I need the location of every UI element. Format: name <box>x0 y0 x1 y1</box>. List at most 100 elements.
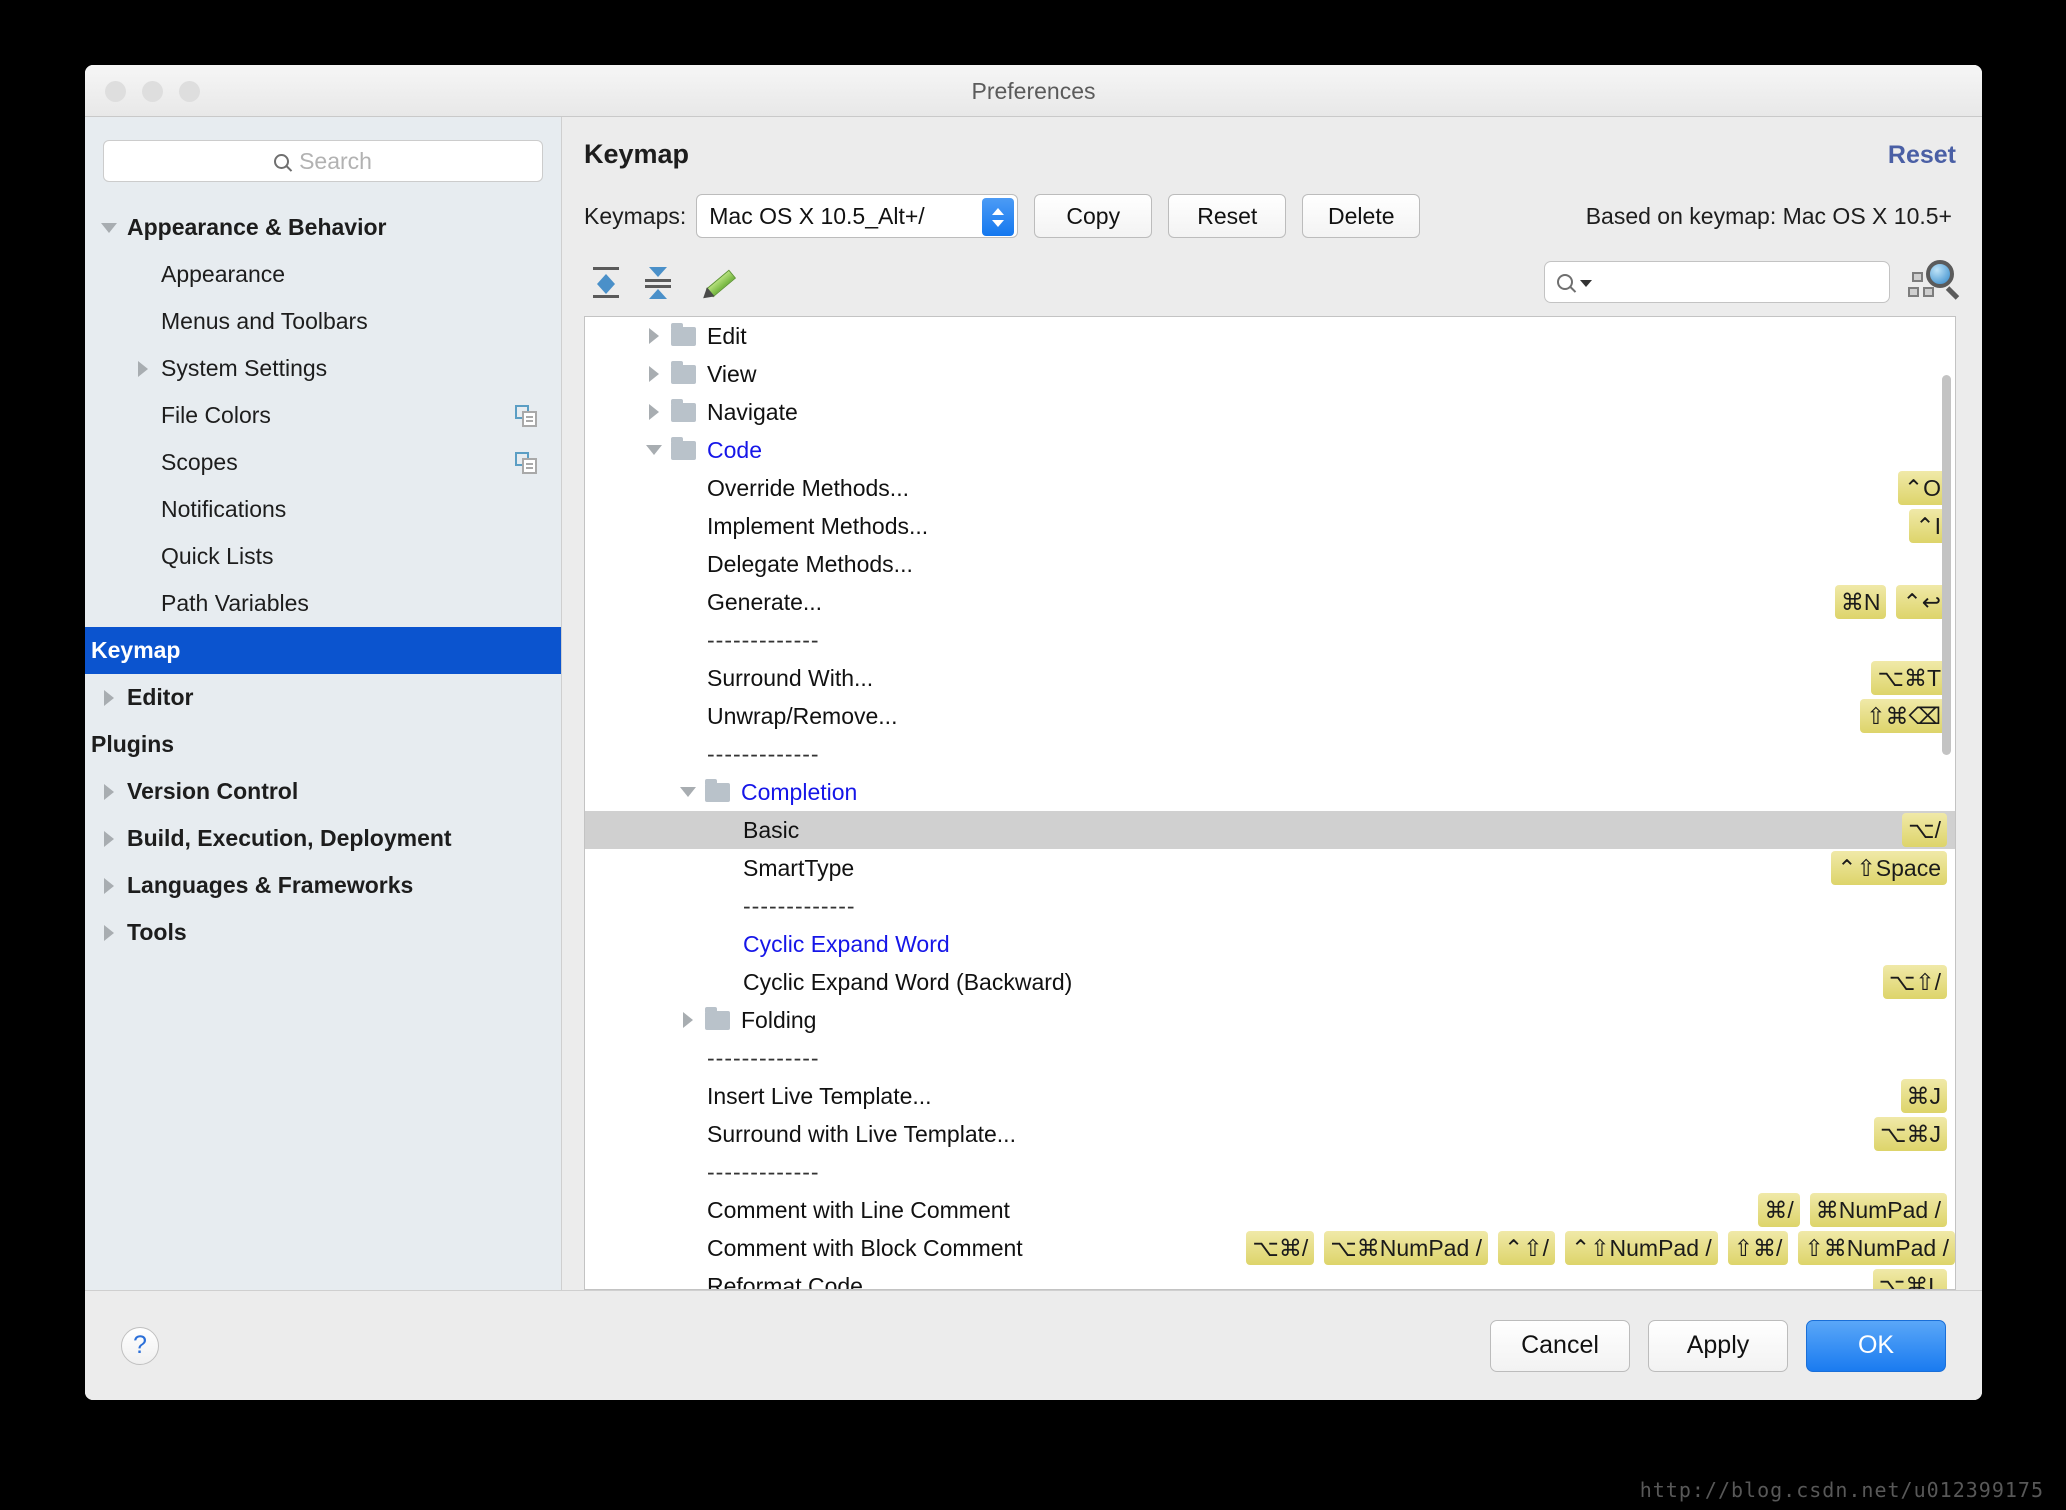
tree-action-row[interactable]: Override Methods... ⌃O <box>585 469 1955 507</box>
sidebar-item-editor[interactable]: Editor <box>85 674 561 721</box>
copy-settings-icon[interactable] <box>515 405 537 427</box>
keymap-select-stepper[interactable] <box>982 198 1015 236</box>
sidebar-item-notifications[interactable]: Notifications <box>85 486 561 533</box>
sidebar-item-path-variables[interactable]: Path Variables <box>85 580 561 627</box>
tree-group-row[interactable]: Navigate <box>585 393 1955 431</box>
tree-action-row[interactable]: Comment with Line Comment ⌘/ ⌘NumPad / <box>585 1191 1955 1229</box>
chevron-down-icon <box>1580 280 1592 287</box>
chevron-down-icon[interactable] <box>91 222 127 233</box>
sidebar-item-appearance-behavior[interactable]: Appearance & Behavior <box>85 204 561 251</box>
tree-group-row[interactable]: Code <box>585 431 1955 469</box>
tree-row-label: Cyclic Expand Word (Backward) <box>743 968 1073 995</box>
sidebar-item-label: Tools <box>127 919 187 945</box>
keymap-panel: Keymap Reset Keymaps: Mac OS X 10.5_Alt+… <box>562 117 1982 1290</box>
ok-button[interactable]: OK <box>1806 1319 1946 1372</box>
tree-action-row[interactable]: SmartType ⌃⇧Space <box>585 849 1955 887</box>
shortcut-badge: ⌘J <box>1900 1079 1947 1113</box>
tree-row-label: Code <box>707 436 762 463</box>
sidebar-item-file-colors[interactable]: File Colors <box>85 392 561 439</box>
sidebar-item-system-settings[interactable]: System Settings <box>85 345 561 392</box>
sidebar-item-keymap[interactable]: Keymap <box>85 627 561 674</box>
tree-row-label: Comment with Block Comment <box>707 1234 1023 1261</box>
tree-row-label: Override Methods... <box>707 474 909 501</box>
tree-action-row[interactable]: Insert Live Template... ⌘J <box>585 1077 1955 1115</box>
tree-group-row[interactable]: Edit <box>585 317 1955 355</box>
shortcut-badge: ⌥⌘L <box>1872 1269 1947 1289</box>
help-button[interactable]: ? <box>121 1326 159 1365</box>
sidebar-item-appearance[interactable]: Appearance <box>85 251 561 298</box>
chevron-down-icon[interactable] <box>637 445 671 455</box>
copy-settings-icon[interactable] <box>515 452 537 474</box>
cancel-button[interactable]: Cancel <box>1490 1319 1630 1372</box>
chevron-right-icon[interactable] <box>637 328 671 344</box>
sidebar-item-version-control[interactable]: Version Control <box>85 768 561 815</box>
pencil-icon[interactable] <box>699 265 737 303</box>
tree-action-row[interactable]: Surround With... ⌥⌘T <box>585 659 1955 697</box>
sidebar-item-plugins[interactable]: Plugins <box>85 721 561 768</box>
reset-button[interactable]: Reset <box>1168 194 1287 238</box>
sidebar-item-tools[interactable]: Tools <box>85 909 561 956</box>
find-by-shortcut-icon[interactable] <box>1908 260 1960 304</box>
reset-link[interactable]: Reset <box>1888 141 1956 170</box>
window-title: Preferences <box>971 78 1096 104</box>
tree-group-row[interactable]: Folding <box>585 1001 1955 1039</box>
tree-action-row[interactable]: Unwrap/Remove... ⇧⌘⌫ <box>585 697 1955 735</box>
collapse-all-icon[interactable] <box>636 265 680 299</box>
sidebar-item-label: Scopes <box>161 449 238 475</box>
shortcut-list: ⌥⌘L <box>1872 1267 1947 1289</box>
sidebar-item-label: Quick Lists <box>161 543 274 569</box>
keymap-selector-row: Keymaps: Mac OS X 10.5_Alt+/ Copy Reset … <box>584 194 1956 238</box>
chevron-right-icon[interactable] <box>91 877 127 894</box>
tree-group-row[interactable]: Completion <box>585 773 1955 811</box>
chevron-right-icon[interactable] <box>671 1012 705 1028</box>
chevron-right-icon[interactable] <box>91 830 127 847</box>
separator-label: ------------- <box>707 740 820 767</box>
vertical-scrollbar[interactable] <box>1942 375 1951 755</box>
tree-action-row[interactable]: Generate... ⌘N ⌃↩ <box>585 583 1955 621</box>
keymap-search-input[interactable] <box>1544 261 1890 303</box>
sidebar-item-scopes[interactable]: Scopes <box>85 439 561 486</box>
sidebar-item-build-execution-deployment[interactable]: Build, Execution, Deployment <box>85 815 561 862</box>
chevron-right-icon[interactable] <box>125 360 161 377</box>
copy-button[interactable]: Copy <box>1034 194 1153 238</box>
sidebar-item-languages-frameworks[interactable]: Languages & Frameworks <box>85 862 561 909</box>
chevron-down-icon[interactable] <box>671 787 705 797</box>
expand-all-icon[interactable] <box>584 265 628 299</box>
chevron-right-icon[interactable] <box>637 404 671 420</box>
tree-action-row[interactable]: Surround with Live Template... ⌥⌘J <box>585 1115 1955 1153</box>
apply-button[interactable]: Apply <box>1648 1319 1788 1372</box>
tree-action-row[interactable]: Cyclic Expand Word <box>585 925 1955 963</box>
keymap-tree[interactable]: Edit View Navigate Code Override Methods... ⌃… <box>585 317 1955 1289</box>
dialog-footer: ? Cancel Apply OK <box>85 1290 1982 1400</box>
tree-group-row[interactable]: View <box>585 355 1955 393</box>
chevron-right-icon[interactable] <box>637 366 671 382</box>
chevron-right-icon[interactable] <box>91 924 127 941</box>
sidebar-search-input[interactable]: Search <box>103 140 543 182</box>
sidebar-item-quick-lists[interactable]: Quick Lists <box>85 533 561 580</box>
search-icon <box>274 153 290 169</box>
folder-icon <box>671 360 696 384</box>
sidebar-item-menus-and-toolbars[interactable]: Menus and Toolbars <box>85 298 561 345</box>
tree-action-row[interactable]: Cyclic Expand Word (Backward) ⌥⇧/ <box>585 963 1955 1001</box>
chevron-right-icon[interactable] <box>91 689 127 706</box>
separator-label: ------------- <box>743 892 856 919</box>
tree-action-row[interactable]: Implement Methods... ⌃I <box>585 507 1955 545</box>
chevron-right-icon[interactable] <box>91 783 127 800</box>
tree-row-label: Edit <box>707 322 747 349</box>
delete-button[interactable]: Delete <box>1302 194 1421 238</box>
tree-action-row[interactable]: Comment with Block Comment ⌥⌘/ ⌥⌘NumPad / ⌃… <box>585 1229 1955 1267</box>
sidebar-item-label: Build, Execution, Deployment <box>127 825 452 851</box>
sidebar-item-label: Version Control <box>127 778 299 804</box>
keymap-select[interactable]: Mac OS X 10.5_Alt+/ <box>696 194 1019 238</box>
tree-action-row[interactable]: Reformat Code ⌥⌘L <box>585 1267 1955 1289</box>
shortcut-badge: ⌘NumPad / <box>1809 1193 1947 1227</box>
tree-action-row[interactable]: Delegate Methods... <box>585 545 1955 583</box>
shortcut-badge: ⇧⌘⌫ <box>1860 699 1947 733</box>
tree-row-label: Unwrap/Remove... <box>707 702 898 729</box>
page-title: Keymap <box>584 139 690 169</box>
tree-action-row[interactable]: Basic ⌥/ <box>585 811 1955 849</box>
tree-row-label: Reformat Code <box>707 1272 863 1290</box>
keymap-toolbar <box>584 258 1960 306</box>
shortcut-list: ⇧⌘⌫ <box>1860 697 1947 735</box>
separator-label: ------------- <box>707 1158 820 1185</box>
